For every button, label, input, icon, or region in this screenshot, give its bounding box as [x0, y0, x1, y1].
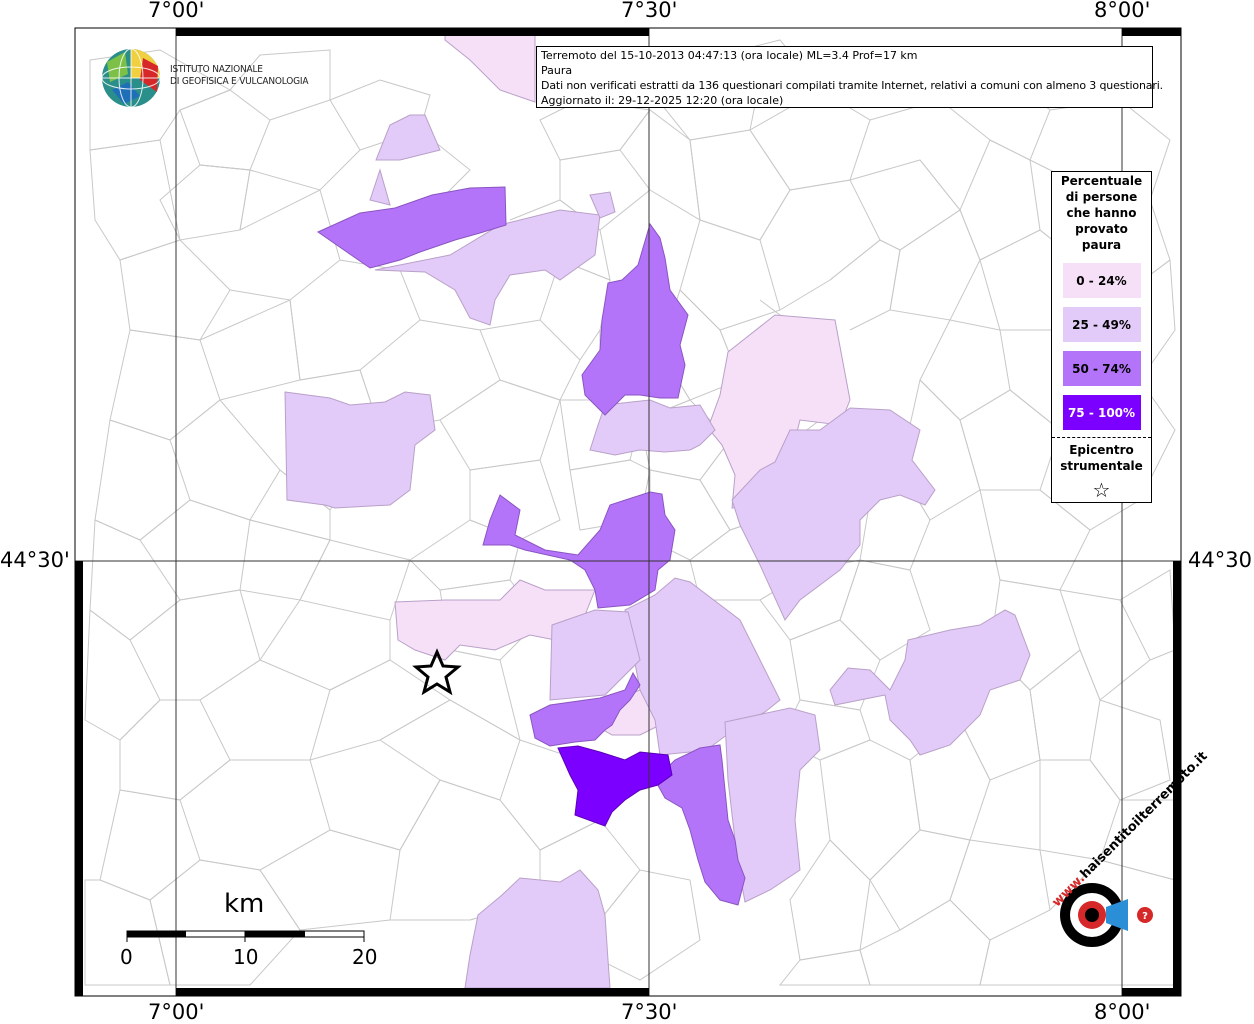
logo-line-2: DI GEOFISICA E VULCANOLOGIA [170, 76, 309, 87]
lon-label-top-2: 7°30' [621, 0, 678, 22]
lon-label-bottom-3: 8°00' [1094, 1000, 1151, 1024]
lon-label-bottom-1: 7°00' [148, 1000, 205, 1024]
lat-label-left: 44°30' [0, 548, 70, 572]
legend-title: Percentuale di persone che hanno provato… [1060, 174, 1143, 252]
event-info-box: Terremoto del 15-10-2013 04:47:13 (ora l… [536, 46, 1163, 108]
legend-divider [1052, 437, 1151, 438]
legend-star-icon: ☆ [1092, 478, 1111, 502]
event-title: Terremoto del 15-10-2013 04:47:13 (ora l… [541, 49, 918, 62]
legend-class-75-100: 75 - 100% [1062, 395, 1141, 430]
legend: Percentuale di persone che hanno provato… [1051, 171, 1152, 503]
scale-unit: km [224, 889, 265, 919]
svg-text:?: ? [1142, 911, 1148, 922]
ingv-globe-icon [101, 48, 161, 108]
scale-tick-10: 10 [233, 945, 259, 969]
legend-class-25-49: 25 - 49% [1062, 307, 1141, 342]
lat-label-right: 44°30' [1188, 548, 1254, 572]
scale-tick-20: 20 [352, 945, 378, 969]
lon-label-top-3: 8°00' [1094, 0, 1151, 22]
intensity-map: ? [74, 27, 1182, 997]
logo-line-1: ISTITUTO NAZIONALE [170, 64, 263, 75]
scale-tick-0: 0 [120, 945, 133, 969]
lon-label-top-1: 7°00' [148, 0, 205, 22]
legend-class-50-74: 50 - 74% [1062, 351, 1141, 386]
legend-class-0-24: 0 - 24% [1062, 263, 1141, 298]
data-note: Dati non verificati estratti da 136 ques… [541, 79, 1163, 92]
lon-label-bottom-2: 7°30' [621, 1000, 678, 1024]
ingv-logo-text: ISTITUTO NAZIONALE DI GEOFISICA E VULCAN… [170, 64, 309, 88]
update-time: Aggiornato il: 29-12-2025 12:20 (ora loc… [541, 94, 784, 107]
legend-epicenter-label: Epicentro strumentale [1060, 443, 1143, 473]
map-parameter: Paura [541, 64, 573, 77]
